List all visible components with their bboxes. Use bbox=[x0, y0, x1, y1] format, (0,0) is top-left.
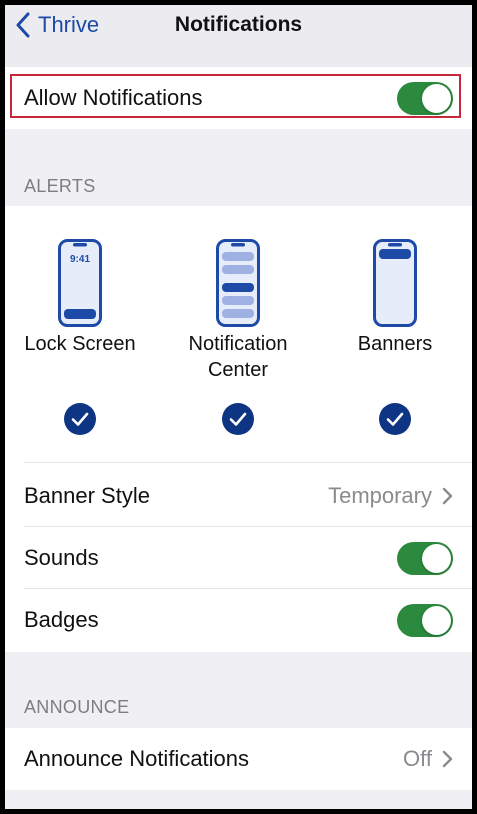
badges-row[interactable]: Badges bbox=[5, 589, 472, 651]
lock-screen-label: Lock Screen bbox=[24, 333, 136, 355]
alerts-card: 9:41 Lock Screen Notification Center Ban… bbox=[5, 206, 472, 652]
badges-label: Badges bbox=[24, 607, 99, 632]
announce-value-group: Off bbox=[403, 746, 453, 772]
banner-style-row[interactable]: Banner Style Temporary bbox=[5, 465, 472, 527]
sounds-toggle[interactable] bbox=[397, 541, 453, 575]
sounds-label: Sounds bbox=[24, 545, 99, 570]
divider bbox=[24, 462, 472, 463]
navigation-bar: Thrive Notifications bbox=[5, 5, 472, 68]
announce-notifications-row[interactable]: Announce Notifications Off bbox=[5, 728, 472, 790]
svg-text:9:41: 9:41 bbox=[70, 254, 90, 265]
banners-checkmark-icon bbox=[379, 403, 411, 435]
toggle-knob bbox=[422, 605, 451, 635]
alert-option-lock-screen[interactable]: 9:41 Lock Screen bbox=[10, 206, 150, 461]
toggle-knob bbox=[422, 543, 451, 573]
notification-center-checkmark-icon bbox=[222, 403, 254, 435]
badges-toggle[interactable] bbox=[397, 603, 453, 637]
allow-notifications-toggle[interactable] bbox=[397, 81, 453, 115]
announce-notifications-label: Announce Notifications bbox=[24, 746, 250, 771]
notification-center-phone-icon bbox=[216, 239, 260, 327]
notification-center-label: Notification Center bbox=[188, 333, 288, 381]
alert-option-notification-center[interactable]: Notification Center bbox=[168, 206, 308, 461]
lock-screen-checkmark-icon bbox=[64, 403, 96, 435]
allow-notifications-label: Allow Notifications bbox=[24, 85, 203, 110]
settings-screen: Thrive Notifications Allow Notifications… bbox=[5, 5, 472, 809]
banners-phone-icon bbox=[373, 239, 417, 327]
lock-screen-phone-icon: 9:41 bbox=[58, 239, 102, 327]
allow-notifications-card: Allow Notifications bbox=[5, 67, 472, 129]
announce-notifications-value: Off bbox=[403, 746, 432, 771]
allow-notifications-row[interactable]: Allow Notifications bbox=[5, 67, 472, 129]
chevron-right-icon bbox=[442, 487, 453, 505]
toggle-knob bbox=[422, 83, 451, 113]
alert-option-banners[interactable]: Banners bbox=[325, 206, 465, 461]
banners-label: Banners bbox=[357, 333, 433, 355]
banner-style-value: Temporary bbox=[328, 483, 432, 508]
chevron-right-icon bbox=[442, 750, 453, 768]
announce-section-header: ANNOUNCE bbox=[24, 697, 130, 717]
sounds-row[interactable]: Sounds bbox=[5, 527, 472, 589]
announce-card: Announce Notifications Off bbox=[5, 728, 472, 790]
banner-style-label: Banner Style bbox=[24, 483, 150, 508]
alerts-section-header: ALERTS bbox=[24, 176, 96, 196]
page-title: Notifications bbox=[174, 13, 303, 36]
banner-style-value-group: Temporary bbox=[328, 483, 453, 509]
